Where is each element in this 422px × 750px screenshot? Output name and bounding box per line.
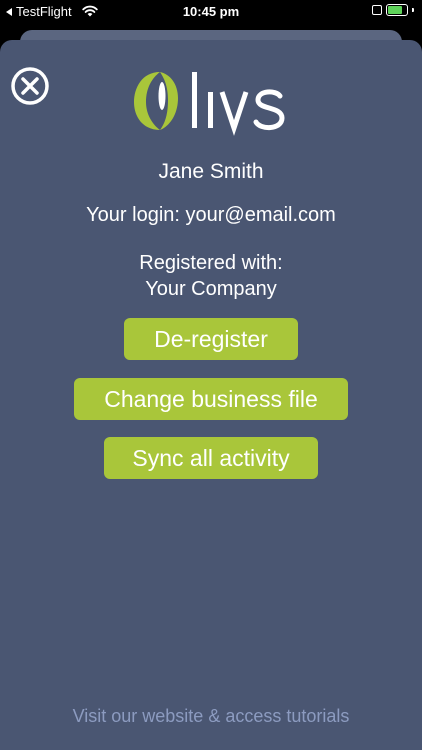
deregister-button[interactable]: De-register — [124, 318, 298, 360]
change-business-file-button[interactable]: Change business file — [74, 378, 348, 420]
login-email: Your login: your@email.com — [86, 204, 336, 226]
status-time: 10:45 pm — [182, 4, 240, 19]
orientation-lock-icon — [372, 5, 382, 15]
user-name: Jane Smith — [158, 160, 264, 183]
battery-tip — [412, 8, 414, 12]
close-button[interactable] — [10, 66, 50, 106]
status-right — [372, 4, 414, 16]
battery-charging-icon — [386, 4, 408, 16]
status-bar: TestFlight 10:45 pm — [0, 0, 422, 24]
battery-fill — [388, 6, 403, 14]
olivs-logo — [130, 66, 294, 136]
sync-all-activity-button[interactable]: Sync all activity — [104, 437, 318, 479]
company-name: Your Company — [145, 278, 277, 300]
registered-with: Registered with: Your Company — [0, 250, 422, 302]
close-circle-icon — [11, 67, 49, 105]
registered-label: Registered with: — [139, 252, 283, 274]
website-tutorials-link[interactable]: Visit our website & access tutorials — [0, 706, 422, 727]
